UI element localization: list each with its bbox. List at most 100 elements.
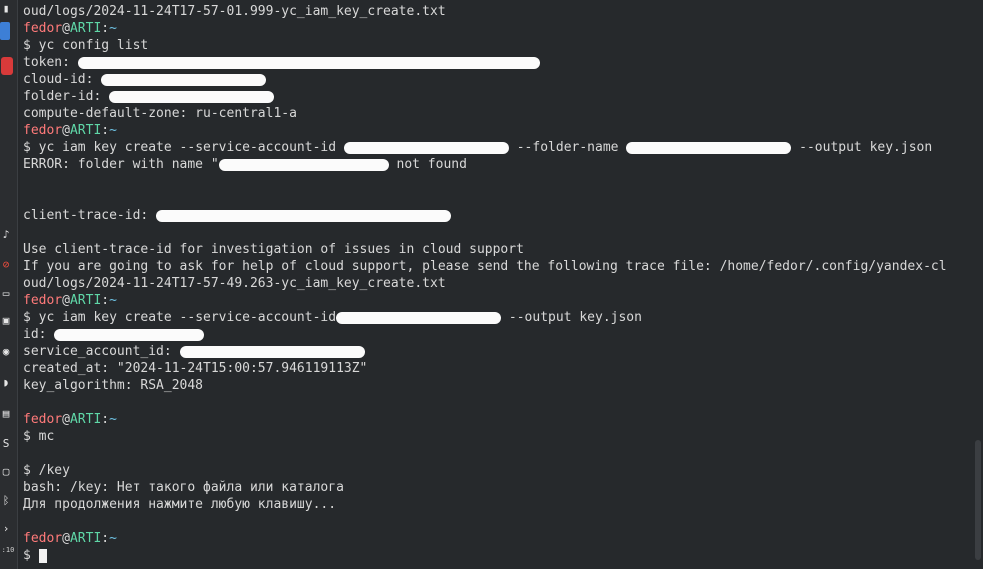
- prompt-line: fedor@ARTI:~: [23, 122, 967, 139]
- prompt-user: fedor: [23, 531, 63, 546]
- alert-app-icon[interactable]: [1, 57, 13, 75]
- output-line: folder-id:: [23, 88, 967, 105]
- volume-icon[interactable]: ◗: [0, 376, 12, 389]
- prompt-path: ~: [109, 412, 117, 427]
- side-taskbar: ▮ ♪ ⊘ ▭ ▣ ◉ ◗ ▤ S ▢ ᛒ › :10: [0, 0, 18, 569]
- prompt-path: ~: [109, 531, 117, 546]
- browser-icon[interactable]: ⊘: [0, 258, 12, 271]
- terminal-line: oud/logs/2024-11-24T17-57-01.999-yc_iam_…: [23, 3, 967, 20]
- prompt-line: fedor@ARTI:~: [23, 411, 967, 428]
- output-line: If you are going to ask for help of clou…: [23, 258, 967, 275]
- zone-line: compute-default-zone: ru-central1-a: [23, 106, 297, 121]
- id-label: id:: [23, 327, 47, 342]
- prompt-user: fedor: [23, 293, 63, 308]
- prompt-at: @: [62, 21, 70, 36]
- chevron-right-icon[interactable]: ›: [0, 522, 12, 535]
- info-text: If you are going to ask for help of clou…: [23, 259, 947, 274]
- prompt-user: fedor: [23, 123, 63, 138]
- redacted-key-id: [54, 328, 205, 341]
- created-line: created_at: "2024-11-24T15:00:57.9461191…: [23, 361, 368, 376]
- scrollbar-thumb[interactable]: [975, 440, 981, 560]
- bell-icon[interactable]: ♪: [0, 228, 12, 241]
- prompt-sep: :: [101, 412, 110, 427]
- prompt-sep: :: [101, 293, 110, 308]
- command-text: --output key.json: [501, 310, 642, 325]
- token-label: token:: [23, 55, 70, 70]
- prompt-at: @: [62, 412, 70, 427]
- prompt-symbol: $: [23, 140, 31, 155]
- bluetooth-icon[interactable]: ᛒ: [0, 494, 12, 507]
- prompt-symbol: $: [23, 429, 31, 444]
- redacted-trace-id: [156, 209, 452, 222]
- error-text: not found: [388, 157, 467, 172]
- redacted-cloud-id: [101, 73, 267, 86]
- prompt-user: fedor: [23, 412, 63, 427]
- command-line: $ yc iam key create --service-account-id…: [23, 139, 967, 156]
- command-text: yc iam key create --service-account-id: [38, 310, 337, 325]
- prompt-at: @: [62, 293, 70, 308]
- command-line: $ mc: [23, 428, 967, 445]
- media-icon[interactable]: ◉: [0, 345, 12, 358]
- prompt-line: fedor@ARTI:~: [23, 20, 967, 37]
- command-line: $ yc iam key create --service-account-id…: [23, 309, 967, 326]
- terminal-window[interactable]: oud/logs/2024-11-24T17-57-01.999-yc_iam_…: [20, 0, 983, 569]
- terminal-cursor[interactable]: [38, 548, 47, 563]
- clipboard-icon[interactable]: ▣: [0, 314, 12, 327]
- prompt-at: @: [62, 123, 70, 138]
- error-line: ERROR: folder with name " not found: [23, 156, 967, 173]
- command-text: --folder-name: [516, 140, 619, 155]
- output-line: Use client-trace-id for investigation of…: [23, 241, 967, 258]
- keyboard-icon[interactable]: S: [0, 437, 12, 450]
- redacted-folder-id: [109, 90, 275, 103]
- output-line: service_account_id:: [23, 343, 967, 360]
- log-path-line: oud/logs/2024-11-24T17-57-49.263-yc_iam_…: [23, 276, 446, 291]
- prompt-line: fedor@ARTI:~: [23, 530, 967, 547]
- output-line: Для продолжения нажмите любую клавишу...: [23, 496, 967, 513]
- command-line[interactable]: $: [23, 547, 967, 564]
- display-icon[interactable]: ▢: [0, 465, 12, 478]
- redacted-token: [77, 56, 540, 69]
- prompt-sep: :: [101, 21, 110, 36]
- error-line: bash: /key: Нет такого файла или каталог…: [23, 479, 967, 496]
- prompt-sep: :: [101, 531, 110, 546]
- folder-id-label: folder-id:: [23, 89, 102, 104]
- home-icon[interactable]: [0, 22, 10, 40]
- error-text: ERROR: folder with name ": [23, 157, 219, 172]
- algo-line: key_algorithm: RSA_2048: [23, 378, 204, 393]
- log-path-line: oud/logs/2024-11-24T17-57-01.999-yc_iam_…: [23, 4, 446, 19]
- prompt-host: ARTI: [69, 293, 102, 308]
- app-icon[interactable]: ▮: [0, 2, 12, 15]
- redacted-account-id: [336, 311, 502, 324]
- output-line: oud/logs/2024-11-24T17-57-49.263-yc_iam_…: [23, 275, 967, 292]
- redacted-folder-name: [626, 141, 792, 154]
- clock: :10: [1, 546, 15, 554]
- sa-id-label: service_account_id:: [23, 344, 172, 359]
- prompt-symbol: $: [23, 310, 31, 325]
- redacted-sa-id: [179, 345, 365, 358]
- prompt-symbol: $: [23, 548, 31, 563]
- command-line: $ yc config list: [23, 37, 967, 54]
- prompt-host: ARTI: [69, 412, 102, 427]
- prompt-line: fedor@ARTI:~: [23, 292, 967, 309]
- output-line: compute-default-zone: ru-central1-a: [23, 105, 967, 122]
- trace-label: client-trace-id:: [23, 208, 149, 223]
- terminal-output: oud/logs/2024-11-24T17-57-01.999-yc_iam_…: [23, 3, 967, 564]
- command-text: yc config list: [38, 38, 149, 53]
- prompt-host: ARTI: [69, 21, 102, 36]
- error-text: bash: /key: Нет такого файла или каталог…: [23, 480, 344, 495]
- prompt-host: ARTI: [69, 531, 102, 546]
- prompt-path: ~: [109, 21, 117, 36]
- window-icon[interactable]: ▤: [0, 407, 12, 420]
- scrollbar[interactable]: [969, 0, 983, 569]
- prompt-host: ARTI: [69, 123, 102, 138]
- prompt-symbol: $: [23, 38, 31, 53]
- redacted-account-id: [343, 141, 509, 154]
- monitor-icon[interactable]: ▭: [0, 287, 12, 300]
- cloud-id-label: cloud-id:: [23, 72, 94, 87]
- info-text: Use client-trace-id for investigation of…: [23, 242, 524, 257]
